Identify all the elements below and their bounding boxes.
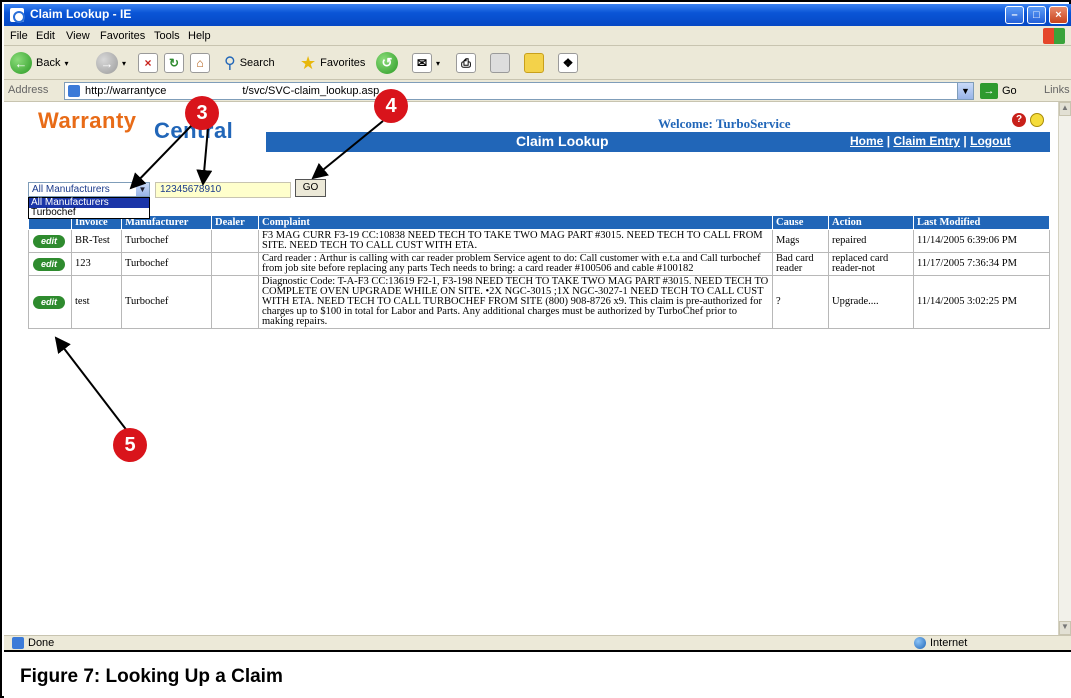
- callout-arrows: [54, 120, 384, 433]
- callout-3: 3: [185, 96, 219, 130]
- callout-4-arrow: [311, 120, 384, 180]
- callout-5-arrow: [54, 336, 129, 433]
- callout-4: 4: [374, 89, 408, 123]
- callout-3-arrow-input: [196, 127, 213, 186]
- callout-3-arrow-select: [129, 124, 193, 190]
- callout-5: 5: [113, 428, 147, 462]
